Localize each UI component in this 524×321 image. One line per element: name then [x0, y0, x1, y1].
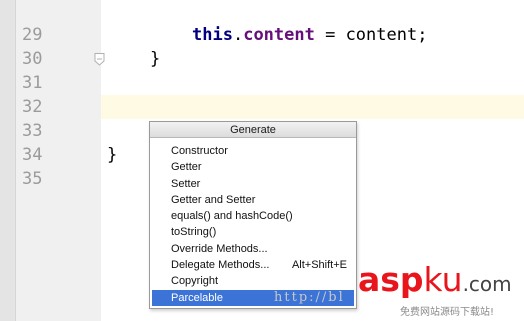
watermark-caption: 免费网站源码下载站! [400, 307, 495, 318]
line-number: 32 [22, 97, 43, 117]
line-number: 35 [22, 169, 43, 189]
menu-item-getter[interactable]: Getter [152, 159, 354, 175]
menu-item-copyright[interactable]: Copyright [152, 273, 354, 289]
generate-menu: Constructor Getter Setter Getter and Set… [152, 143, 354, 306]
menu-item-label: equals() and hashCode() [171, 210, 293, 223]
generate-popup[interactable]: Generate Constructor Getter Setter Gette… [149, 121, 357, 309]
field-content: content [243, 25, 315, 45]
keyword-this: this [192, 25, 233, 45]
menu-item-label: Override Methods... [171, 242, 268, 255]
menu-item-delegate-methods[interactable]: Delegate Methods... Alt+Shift+E [152, 257, 354, 273]
menu-item-label: Getter [171, 161, 202, 174]
menu-item-label: Parcelable [171, 291, 223, 304]
logo-ku-text: ku [423, 260, 463, 299]
menu-item-getter-and-setter[interactable]: Getter and Setter [152, 192, 354, 208]
popup-title: Generate [150, 122, 356, 138]
menu-item-shortcut: Alt+Shift+E [291, 259, 347, 272]
dot-operator: . [232, 25, 244, 45]
menu-item-label: toString() [171, 226, 217, 239]
menu-item-label: Setter [171, 177, 201, 190]
editor-gutter: 29 30 31 32 33 34 35 [0, 0, 101, 321]
menu-item-label: Constructor [171, 145, 228, 157]
line-number: 29 [22, 25, 43, 45]
line-number: 31 [22, 73, 43, 93]
logo-tld-text: .com [462, 272, 512, 296]
menu-item-override-methods[interactable]: Override Methods... [152, 241, 354, 257]
watermark-logo: aspku.com [358, 262, 512, 302]
code-line-29: this.content = content; [192, 23, 427, 47]
menu-item-setter[interactable]: Setter [152, 176, 354, 192]
gutter-left-strip [0, 0, 16, 321]
code-line-30: } [150, 49, 161, 69]
menu-item-label: Delegate Methods... [171, 259, 270, 272]
line-number: 30 [22, 49, 43, 69]
menu-item-label: Copyright [171, 275, 219, 288]
code-line-34: } [107, 145, 118, 165]
menu-item-equals-hashcode[interactable]: equals() and hashCode() [152, 208, 354, 224]
line-number: 34 [22, 145, 43, 165]
line-number: 33 [22, 121, 43, 141]
assignment-rest: = content; [314, 25, 428, 45]
menu-item-tostring[interactable]: toString() [152, 224, 354, 240]
menu-item-constructor[interactable]: Constructor [152, 143, 354, 159]
watermark-url: http://bl [274, 290, 345, 305]
menu-item-label: Getter and Setter [171, 193, 256, 206]
logo-asp-text: asp [358, 260, 424, 299]
